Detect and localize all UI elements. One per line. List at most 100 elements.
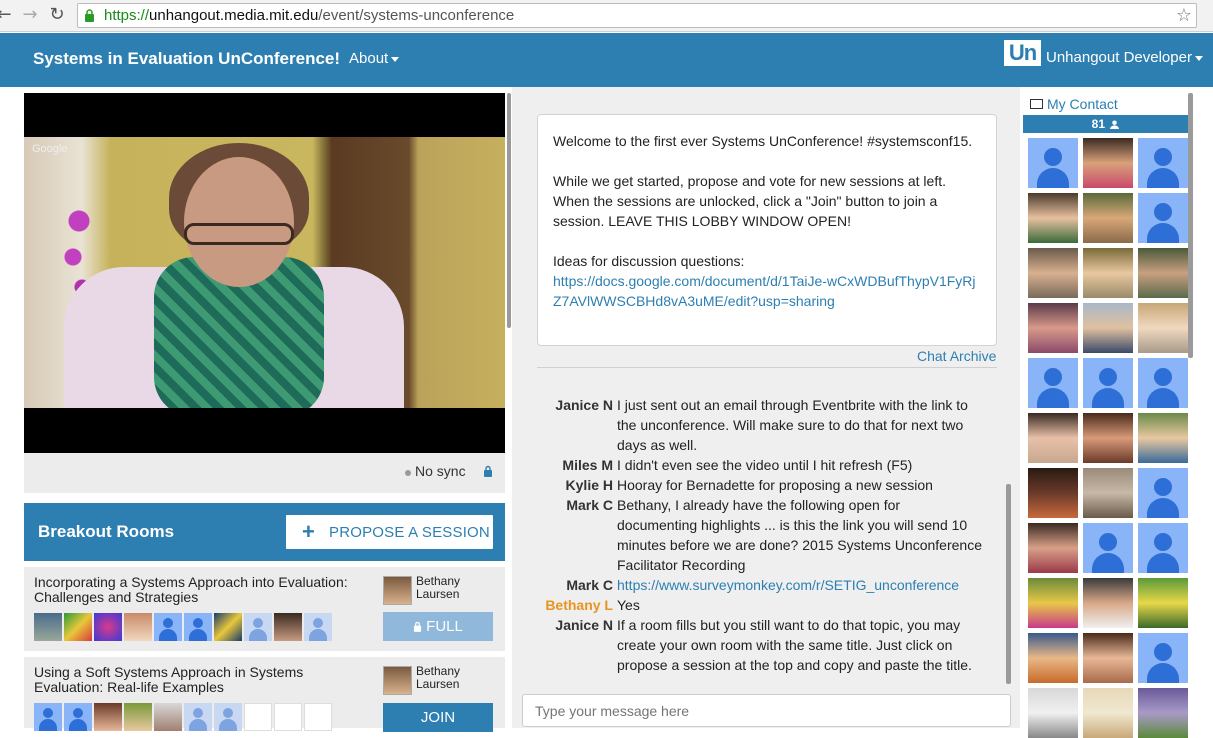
attendee-avatar xyxy=(94,703,122,731)
participant-avatar[interactable] xyxy=(1138,138,1188,188)
attendee-avatar xyxy=(214,613,242,641)
participant-avatar[interactable] xyxy=(1028,633,1078,683)
host-name: Bethany Laursen xyxy=(416,664,461,691)
video-sync-bar: No sync xyxy=(24,453,505,493)
participant-avatar[interactable] xyxy=(1138,303,1188,353)
participant-avatar[interactable] xyxy=(1138,688,1188,738)
sidebar-scrollbar[interactable] xyxy=(1188,93,1193,358)
breakout-rooms-title: Breakout Rooms xyxy=(38,522,175,541)
my-contact-link[interactable]: My Contact xyxy=(1030,96,1118,112)
forward-icon[interactable]: → xyxy=(20,5,40,25)
message-text: I just sent out an email through Eventbr… xyxy=(617,397,968,453)
message-author: Janice N xyxy=(555,397,613,413)
video-frame: Google xyxy=(24,137,505,408)
participant-avatar[interactable] xyxy=(1083,468,1133,518)
chat-input[interactable] xyxy=(522,694,1011,727)
participant-avatar[interactable] xyxy=(1028,413,1078,463)
bookmark-star-icon[interactable]: ☆ xyxy=(1176,5,1192,26)
chat-message: Janice N I just sent out an email throug… xyxy=(537,395,997,455)
participant-avatar[interactable] xyxy=(1138,358,1188,408)
participant-avatar[interactable] xyxy=(1083,523,1133,573)
full-button[interactable]: FULL xyxy=(383,612,493,641)
message-text: Hooray for Bernadette for proposing a ne… xyxy=(617,477,933,493)
participant-avatar[interactable] xyxy=(1028,303,1078,353)
host-avatar xyxy=(383,576,412,605)
secure-lock-icon xyxy=(85,9,94,22)
lock-icon[interactable] xyxy=(483,465,493,477)
lock-icon xyxy=(414,621,422,632)
host-avatar xyxy=(383,666,412,695)
message-author: Janice N xyxy=(555,617,613,633)
participant-avatar[interactable] xyxy=(1083,358,1133,408)
participant-avatar[interactable] xyxy=(1138,413,1188,463)
caret-down-icon xyxy=(391,56,400,62)
chat-message: Miles M I didn't even see the video unti… xyxy=(537,455,997,475)
message-text: Yes xyxy=(617,597,640,613)
participant-avatar[interactable] xyxy=(1138,633,1188,683)
participant-avatar[interactable] xyxy=(1028,688,1078,738)
message-author: Bethany L xyxy=(545,597,613,613)
participant-avatar[interactable] xyxy=(1138,523,1188,573)
attendee-avatar xyxy=(274,613,302,641)
participant-avatar[interactable] xyxy=(1028,523,1078,573)
participant-count-value: 81 xyxy=(1091,117,1105,131)
discussion-doc-link[interactable]: https://docs.google.com/document/d/1TaiJ… xyxy=(553,273,976,309)
sync-status-label: No sync xyxy=(415,463,466,479)
participant-avatar[interactable] xyxy=(1138,468,1188,518)
survey-link[interactable]: https://www.surveymonkey.com/r/SETIG_unc… xyxy=(617,577,959,593)
back-icon[interactable]: ← xyxy=(0,5,14,25)
plus-icon: + xyxy=(302,519,315,544)
chat-log: Janice N I just sent out an email throug… xyxy=(537,395,997,675)
participant-avatar[interactable] xyxy=(1028,578,1078,628)
participant-avatar[interactable] xyxy=(1083,633,1133,683)
breakout-rooms-header: Breakout Rooms + PROPOSE A SESSION xyxy=(24,503,505,561)
address-bar[interactable]: https://unhangout.media.mit.edu/event/sy… xyxy=(77,3,1197,28)
participant-avatar[interactable] xyxy=(1138,248,1188,298)
participant-avatar[interactable] xyxy=(1083,578,1133,628)
attendee-avatar xyxy=(64,703,92,731)
reload-icon[interactable]: ↻ xyxy=(47,5,67,25)
attendee-avatar xyxy=(214,703,242,731)
envelope-icon xyxy=(1030,99,1043,109)
about-menu[interactable]: About xyxy=(349,50,400,67)
empty-seat xyxy=(274,703,302,731)
attendee-avatar xyxy=(154,613,182,641)
video-embed[interactable]: Google xyxy=(24,93,505,453)
user-menu[interactable]: Unhangout Developer xyxy=(1046,49,1203,66)
attendee-avatar xyxy=(304,613,332,641)
propose-session-button[interactable]: + PROPOSE A SESSION xyxy=(285,514,494,550)
chat-archive-link[interactable]: Chat Archive xyxy=(917,348,996,364)
participant-avatar[interactable] xyxy=(1028,358,1078,408)
participant-avatar[interactable] xyxy=(1083,138,1133,188)
participant-avatar[interactable] xyxy=(1028,248,1078,298)
participant-avatar[interactable] xyxy=(1083,413,1133,463)
participant-avatar[interactable] xyxy=(1083,303,1133,353)
participant-avatar[interactable] xyxy=(1083,688,1133,738)
app-header: Systems in Evaluation UnConference! Abou… xyxy=(0,33,1213,87)
session-title: Incorporating a Systems Approach into Ev… xyxy=(34,574,348,605)
speaker-face xyxy=(184,157,294,287)
message-author: Kylie H xyxy=(565,477,613,493)
participant-avatar[interactable] xyxy=(1028,468,1078,518)
participant-avatar[interactable] xyxy=(1083,193,1133,243)
attendee-avatars xyxy=(34,613,332,641)
participant-avatar[interactable] xyxy=(1028,193,1078,243)
chat-scrollbar[interactable] xyxy=(1006,484,1011,684)
message-text: If a room fills but you still want to do… xyxy=(617,617,972,673)
event-title[interactable]: Systems in Evaluation UnConference! xyxy=(33,49,340,69)
empty-seat xyxy=(244,703,272,731)
participant-avatar[interactable] xyxy=(1028,138,1078,188)
session-title: Using a Soft Systems Approach in Systems… xyxy=(34,664,304,695)
attendee-avatar xyxy=(124,613,152,641)
message-author: Miles M xyxy=(562,457,613,473)
welcome-instructions: While we get started, propose and vote f… xyxy=(553,173,946,229)
attendee-avatars xyxy=(34,703,332,731)
participant-avatar[interactable] xyxy=(1083,248,1133,298)
left-scrollbar[interactable] xyxy=(507,93,511,328)
participant-avatar[interactable] xyxy=(1138,578,1188,628)
session-card: Using a Soft Systems Approach in Systems… xyxy=(24,657,505,732)
participant-avatar[interactable] xyxy=(1138,193,1188,243)
attendee-avatar xyxy=(64,613,92,641)
google-watermark: Google xyxy=(32,143,68,155)
welcome-message: Welcome to the first ever Systems UnConf… xyxy=(537,114,997,346)
